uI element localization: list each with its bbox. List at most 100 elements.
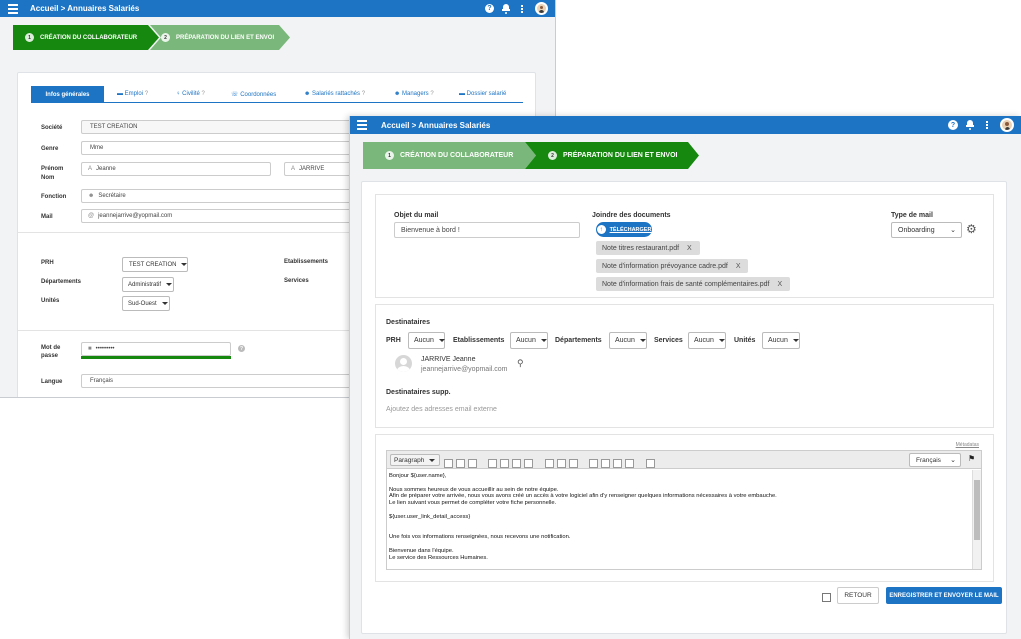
- menu-icon[interactable]: [8, 2, 18, 16]
- align-right-icon[interactable]: [512, 459, 522, 469]
- unites-select[interactable]: Sud-Ouest: [122, 296, 170, 311]
- help-icon[interactable]: ?: [485, 4, 494, 13]
- number-list-icon[interactable]: [556, 459, 566, 469]
- bell-icon[interactable]: [966, 120, 974, 130]
- metadata-link[interactable]: Métadatas: [956, 442, 979, 448]
- nom-value: JARRIVE: [299, 166, 325, 172]
- password-value: •••••••••: [95, 346, 115, 352]
- gear-icon[interactable]: ⚙: [966, 222, 977, 236]
- step-1[interactable]: 1 CRÉATION DU COLLABORATEUR: [385, 142, 513, 169]
- remove-icon[interactable]: X: [736, 263, 741, 270]
- align-center-icon[interactable]: [500, 459, 510, 469]
- tab-salaries-rattaches[interactable]: ☻ Salariés rattachés ?: [304, 91, 365, 97]
- genre-field[interactable]: Mme: [81, 141, 381, 155]
- unlink-icon[interactable]: [601, 459, 611, 469]
- at-icon: @: [88, 213, 95, 219]
- departements-filter-value: Aucun: [615, 337, 635, 344]
- bold-icon[interactable]: [444, 459, 453, 469]
- menu-icon[interactable]: [357, 118, 367, 132]
- step-2[interactable]: 2 PRÉPARATION DU LIEN ET ENVOI: [548, 142, 677, 169]
- tab-dossier-salarie[interactable]: ▬ Dossier salarié: [459, 91, 506, 97]
- prh-select[interactable]: TEST CREATION: [122, 257, 188, 272]
- password-field[interactable]: ■ •••••••••: [81, 342, 231, 356]
- tab-infos-generales[interactable]: Infos générales: [31, 86, 104, 103]
- bell-icon[interactable]: [502, 3, 510, 14]
- extra-recipients-label: Destinataires supp.: [386, 389, 451, 396]
- extra-recipients-placeholder: Ajoutez des adresses email externe: [386, 405, 497, 413]
- name-icon: A: [291, 166, 296, 172]
- chevron-down-icon: [438, 339, 445, 342]
- fonction-field[interactable]: ☻ Secrétaire: [81, 189, 381, 203]
- more-icon[interactable]: [986, 120, 988, 130]
- remove-icon[interactable]: X: [777, 281, 782, 288]
- format-select[interactable]: Paragraph: [390, 454, 440, 466]
- scrollbar[interactable]: [972, 470, 981, 569]
- attachment-name: Note titres restaurant.pdf: [602, 244, 680, 252]
- retour-button[interactable]: RETOUR: [837, 587, 879, 604]
- link-icon[interactable]: [589, 459, 599, 469]
- prh-filter-select[interactable]: Aucun: [408, 332, 445, 349]
- chevron-down-icon: ⌄: [950, 227, 956, 234]
- objet-input[interactable]: Bienvenue à bord !: [394, 222, 580, 238]
- langue-label: Langue: [41, 379, 63, 385]
- image-icon[interactable]: [613, 459, 623, 469]
- type-mail-select[interactable]: Onboarding ⌄: [891, 222, 962, 238]
- align-left-icon[interactable]: [488, 459, 498, 469]
- tab-civilite[interactable]: ♀ Civilité ?: [176, 91, 205, 97]
- departements-select[interactable]: Administratif: [122, 277, 174, 292]
- mail-field[interactable]: @ jeannejarrive@yopmail.com: [81, 209, 381, 223]
- tab-managers[interactable]: ☻ Managers ?: [394, 91, 434, 97]
- send-mail-button[interactable]: ENREGISTRER ET ENVOYER LE MAIL: [886, 587, 1002, 604]
- langue-field[interactable]: Français: [81, 374, 381, 388]
- departements-filter-select[interactable]: Aucun: [609, 332, 647, 349]
- unites-filter-select[interactable]: Aucun: [762, 332, 800, 349]
- avatar-head: [400, 358, 407, 365]
- bullet-list-icon[interactable]: [544, 459, 554, 469]
- checkbox[interactable]: [822, 593, 831, 602]
- avatar-body: [397, 366, 410, 372]
- tab-emploi[interactable]: ▬ Emploi ?: [117, 91, 148, 97]
- prenom-field[interactable]: A Jeanne: [81, 162, 271, 176]
- user-icon: ☻: [88, 193, 95, 199]
- help-icon[interactable]: ?: [948, 120, 958, 130]
- folder-icon: ▬: [459, 91, 465, 97]
- outdent-icon[interactable]: [568, 459, 578, 469]
- step-2[interactable]: 2 PRÉPARATION DU LIEN ET ENVOI: [161, 25, 274, 50]
- step-1[interactable]: 1 CRÉATION DU COLLABORATEUR: [25, 25, 137, 50]
- top-bar: Accueil > Annuaires Salariés ?: [0, 0, 555, 17]
- tab-coordonnees[interactable]: ☏ Coordonnées: [231, 91, 276, 98]
- nom-label: Nom: [41, 175, 55, 181]
- flag-icon[interactable]: ⚑: [968, 454, 975, 463]
- top-bar: Accueil > Annuaires Salariés ?: [350, 116, 1021, 134]
- italic-icon[interactable]: [456, 459, 465, 469]
- chevron-down-icon: [718, 339, 725, 342]
- source-code-icon[interactable]: [645, 459, 655, 469]
- language-select[interactable]: Français ⌄: [909, 453, 961, 467]
- services-filter-select[interactable]: Aucun: [688, 332, 726, 349]
- etablissements-filter-select[interactable]: Aucun: [510, 332, 548, 349]
- step-2-label: PRÉPARATION DU LIEN ET ENVOI: [563, 152, 678, 159]
- remove-icon[interactable]: X: [687, 245, 692, 252]
- more-icon[interactable]: [521, 4, 523, 14]
- societe-field[interactable]: TEST CREATION: [81, 120, 381, 134]
- help-icon[interactable]: ?: [238, 345, 245, 352]
- name-icon: A: [88, 166, 93, 172]
- tab-label: Dossier salarié: [466, 91, 507, 97]
- underline-icon[interactable]: [468, 459, 477, 469]
- extra-recipients-input[interactable]: Ajoutez des adresses email externe: [386, 402, 686, 416]
- search-icon[interactable]: ⚲: [517, 358, 524, 369]
- editor-body[interactable]: Bonjour ${user.name}, Nous sommes heureux…: [387, 470, 971, 569]
- departements-label: Départements: [41, 279, 82, 285]
- chevron-down-icon: [540, 339, 547, 342]
- prenom-label: Prénom: [41, 166, 64, 172]
- avatar[interactable]: [1000, 118, 1014, 132]
- scrollbar-thumb[interactable]: [974, 480, 980, 540]
- recipient-email: jeannejarrive@yopmail.com: [421, 366, 508, 373]
- align-justify-icon[interactable]: [524, 459, 534, 469]
- table-icon[interactable]: [625, 459, 635, 469]
- upload-button[interactable]: ↑ TÉLÉCHARGER: [596, 222, 652, 237]
- avatar[interactable]: [535, 2, 548, 15]
- editor-line: Bienvenue dans l'équipe.: [389, 547, 454, 554]
- editor-line: Afin de préparer votre arrivée, nous vou…: [389, 493, 777, 500]
